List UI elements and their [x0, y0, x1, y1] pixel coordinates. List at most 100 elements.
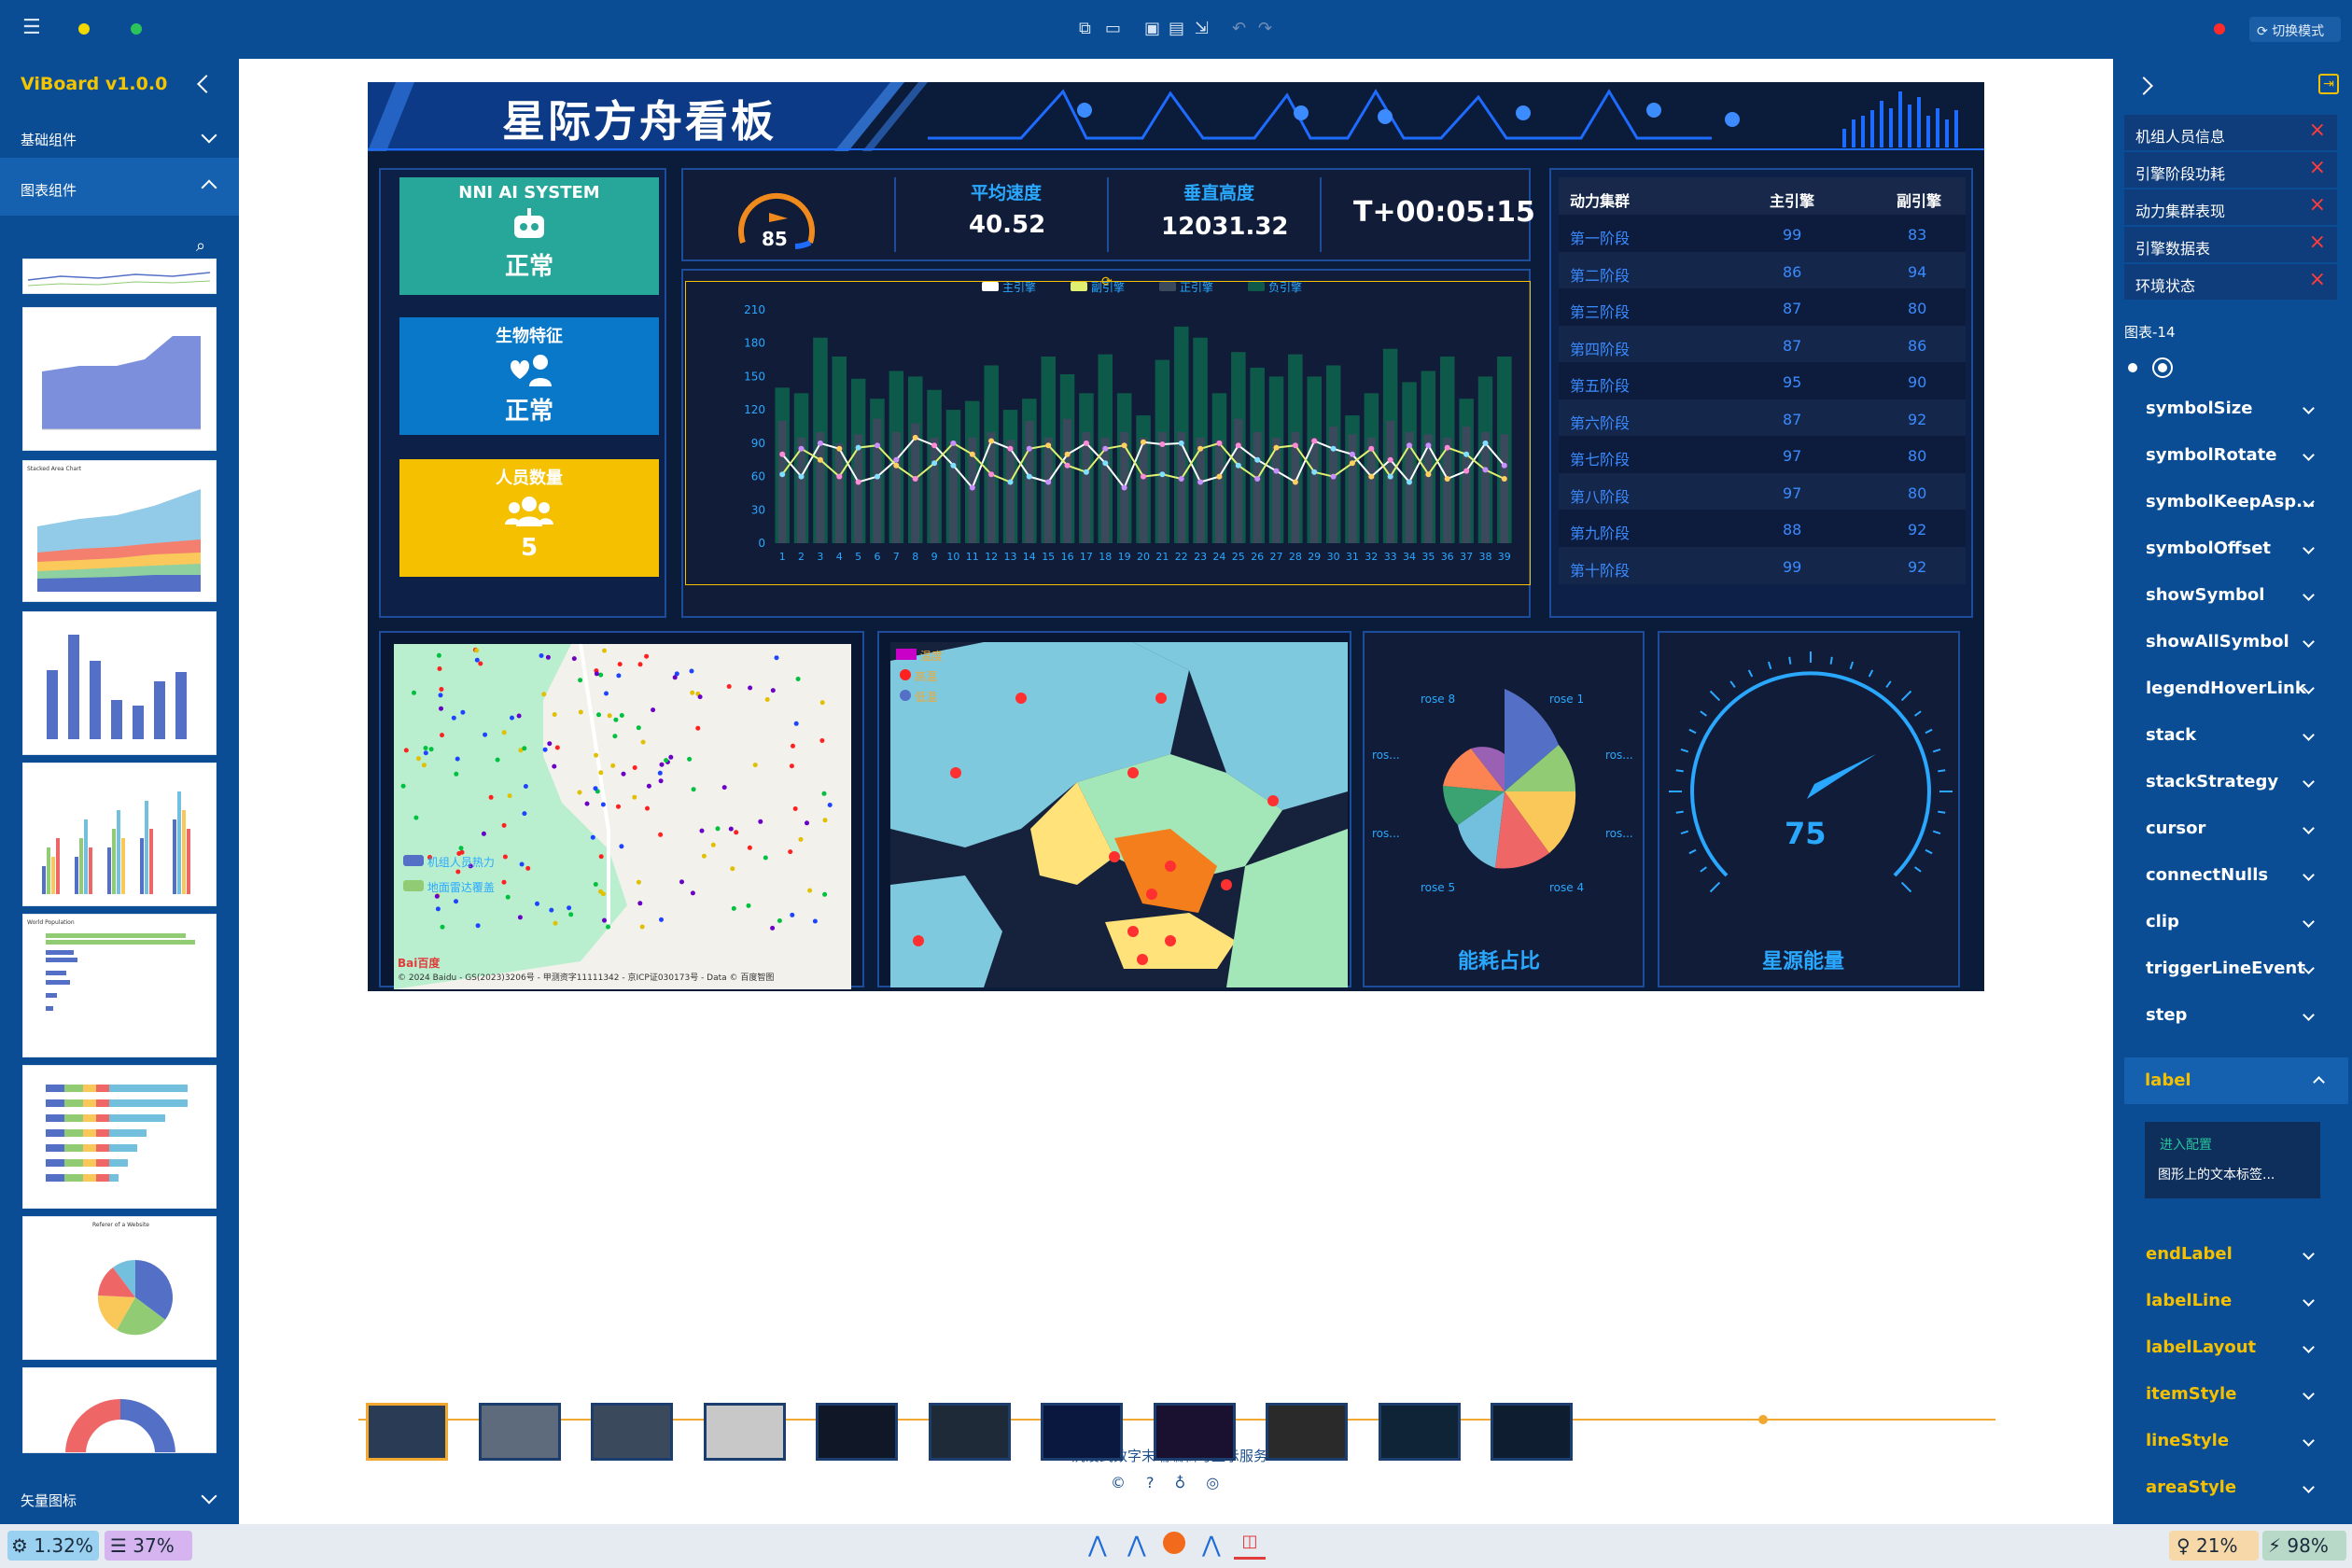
close-icon[interactable]: × [2309, 158, 2326, 178]
collapse-right-icon[interactable] [2135, 77, 2153, 95]
prop-showSymbol[interactable]: showSymbol [2146, 585, 2315, 605]
table-row[interactable]: 第六阶段 87 92 [1559, 399, 1966, 437]
collapse-left-icon[interactable] [197, 75, 216, 93]
copyright-icon[interactable]: © [1111, 1474, 1146, 1491]
page-thumbnail[interactable] [703, 1403, 786, 1461]
config-card[interactable]: 进入配置 图形上的文本标签... [2145, 1122, 2320, 1198]
prop-legendHoverLink[interactable]: legendHoverLink [2146, 679, 2315, 698]
table-row[interactable]: 第十阶段 99 92 [1559, 546, 1966, 584]
page-thumbnail[interactable] [816, 1403, 898, 1461]
table-row[interactable]: 第二阶段 86 94 [1559, 251, 1966, 289]
radio-option-on[interactable] [2152, 357, 2173, 378]
prop-symbolSize[interactable]: symbolSize [2146, 399, 2315, 418]
prop-triggerLineEvent[interactable]: triggerLineEvent [2146, 959, 2315, 978]
chart-thumb-line[interactable] [22, 259, 217, 294]
timeline-handle[interactable] [1758, 1415, 1768, 1424]
prop-labelLine[interactable]: labelLine [2146, 1291, 2315, 1310]
app-icon-arch-3[interactable]: ⋀ [1202, 1532, 1221, 1558]
layer-tag[interactable]: 机组人员信息 × [2124, 115, 2337, 150]
section-basic-components[interactable]: 基础组件 [0, 111, 239, 163]
table-row[interactable]: 第八阶段 97 80 [1559, 472, 1966, 511]
chart-thumb-bar[interactable] [22, 611, 217, 755]
layer-tag[interactable]: 动力集群表现 × [2124, 189, 2337, 225]
hamburger-menu-icon[interactable]: ☰ [22, 18, 41, 38]
prop-symbolRotate[interactable]: symbolRotate [2146, 445, 2315, 465]
prop-labelLayout[interactable]: labelLayout [2146, 1337, 2315, 1357]
cpu-indicator[interactable]: ⚙ 1.32% [7, 1531, 99, 1561]
page-thumbnail[interactable] [366, 1403, 448, 1461]
engine-bar-line-chart[interactable]: 主引擎 副引擎 正引擎 负引擎03060901201501802101 2 3 4 5 6 7 8 9… [683, 271, 1533, 620]
prop-label-expanded[interactable]: label [2124, 1057, 2348, 1104]
award-icon[interactable]: ♁ [1175, 1474, 1207, 1491]
chart-thumb-donut[interactable] [22, 1367, 217, 1453]
prop-lineStyle[interactable]: lineStyle [2146, 1431, 2315, 1450]
prop-cursor[interactable]: cursor [2146, 819, 2315, 838]
battery-indicator[interactable]: ⚡ 98% [2262, 1531, 2346, 1561]
prop-stackStrategy[interactable]: stackStrategy [2146, 772, 2315, 791]
save-icon[interactable]: ▣ [1144, 20, 1160, 38]
table-row[interactable]: 第一阶段 99 83 [1559, 215, 1966, 252]
chart-thumb-stacked-horizontal-bar[interactable] [22, 1065, 217, 1209]
table-row[interactable]: 第七阶段 97 80 [1559, 436, 1966, 473]
memory-indicator[interactable]: ☰ 37% [105, 1531, 192, 1561]
chart-thumb-pie[interactable]: Referer of a Website [22, 1216, 217, 1360]
app-icon-arch[interactable]: ⋀ [1088, 1532, 1107, 1558]
chart-thumb-area[interactable] [22, 307, 217, 451]
page-thumbnail[interactable] [1041, 1403, 1123, 1461]
nightingale-rose-chart[interactable] [1365, 670, 1646, 922]
prop-connectNulls[interactable]: connectNulls [2146, 865, 2315, 885]
table-row[interactable]: 第九阶段 88 92 [1559, 510, 1966, 547]
active-app-icon[interactable]: ◫ [1234, 1532, 1266, 1560]
section-chart-components[interactable]: 图表组件 [0, 158, 239, 216]
page-thumbnail[interactable] [1491, 1403, 1573, 1461]
page-thumbnail[interactable] [1266, 1403, 1348, 1461]
new-file-icon[interactable]: ⧉ [1079, 20, 1091, 38]
search-icon[interactable]: ⌕ [196, 236, 205, 256]
chart-thumb-grouped-bar[interactable] [22, 763, 217, 906]
page-thumbnail[interactable] [928, 1403, 1011, 1461]
close-icon[interactable]: × [2309, 232, 2326, 253]
star-energy-gauge[interactable] [1659, 651, 1962, 931]
chart-thumb-stacked-area[interactable]: Stacked Area Chart [22, 460, 217, 602]
baidu-map[interactable] [394, 644, 851, 989]
layer-tag[interactable]: 引擎阶段功耗 × [2124, 152, 2337, 188]
chart-thumb-horizontal-bar[interactable]: World Population [22, 914, 217, 1057]
prop-step[interactable]: step [2146, 1005, 2315, 1025]
prop-areaStyle[interactable]: areaStyle [2146, 1477, 2315, 1497]
target-icon[interactable]: ◎ [1206, 1474, 1239, 1491]
open-folder-icon[interactable]: ▭ [1105, 20, 1121, 38]
section-vector-icons[interactable]: 矢量图标 [0, 1472, 239, 1524]
province-map[interactable] [890, 642, 1348, 987]
page-thumbnail[interactable] [478, 1403, 561, 1461]
page-thumbnail[interactable] [591, 1403, 673, 1461]
radio-option-off[interactable] [2128, 363, 2137, 372]
table-row[interactable]: 第五阶段 95 90 [1559, 362, 1966, 399]
rotate-handle-icon[interactable]: ⟳ [1101, 274, 1113, 289]
close-icon[interactable]: × [2309, 120, 2326, 141]
table-row[interactable]: 第四阶段 87 86 [1559, 325, 1966, 363]
switch-mode-button[interactable]: ⟳ 切换模式 [2249, 17, 2341, 42]
prop-symbolKeepAsp[interactable]: symbolKeepAsp... [2146, 492, 2316, 511]
green-dot-icon[interactable] [131, 23, 142, 35]
dashboard-canvas[interactable]: 星际方舟看板 NNI AI SYSTEM 正常 生物特征 正常 人员数量 5 8… [368, 82, 1984, 991]
layer-tag[interactable]: 环境状态 × [2124, 264, 2337, 300]
layer-tag[interactable]: 引擎数据表 × [2124, 227, 2337, 262]
save-as-icon[interactable]: ▤ [1169, 20, 1184, 38]
prop-itemStyle[interactable]: itemStyle [2146, 1384, 2315, 1404]
page-thumbnail[interactable] [1153, 1403, 1236, 1461]
prop-symbolOffset[interactable]: symbolOffset [2146, 539, 2315, 558]
table-row[interactable]: 第三阶段 87 80 [1559, 288, 1966, 326]
prop-stack[interactable]: stack [2146, 725, 2315, 745]
page-thumbnail[interactable] [1378, 1403, 1461, 1461]
brightness-indicator[interactable]: ♀ 21% [2169, 1531, 2259, 1561]
close-icon[interactable]: × [2309, 195, 2326, 216]
prop-clip[interactable]: clip [2146, 912, 2315, 931]
dock-icon[interactable]: ⇥ [2318, 74, 2339, 94]
undo-icon[interactable]: ↶ [1232, 20, 1246, 38]
close-icon[interactable]: × [2309, 270, 2326, 290]
app-icon-arch-2[interactable]: ⋀ [1127, 1532, 1146, 1558]
help-icon[interactable]: ? [1146, 1474, 1175, 1491]
redo-icon[interactable]: ↷ [1258, 20, 1272, 38]
prop-endLabel[interactable]: endLabel [2146, 1244, 2315, 1264]
yellow-dot-icon[interactable] [78, 23, 90, 35]
